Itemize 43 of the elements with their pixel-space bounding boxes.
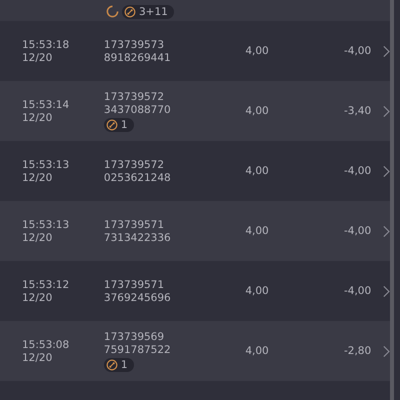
id-text: 7313422336	[104, 232, 171, 244]
result-text: -4,00	[344, 165, 372, 177]
result-text: -4,00	[344, 45, 372, 57]
time-text: 15:53:13	[22, 218, 70, 230]
amount-text: 4,00	[245, 165, 269, 177]
date-text: 12/20	[22, 232, 54, 244]
result-text: -4,00	[344, 285, 372, 297]
badge-count: 3+11	[139, 6, 168, 18]
id-text: 3437088770	[104, 104, 171, 116]
list-row[interactable]: 15:53:08 12/20 173739569 7591787522 1 4,00 -2,80	[0, 321, 390, 381]
amount-text: 4,00	[245, 285, 269, 297]
amount-text: 4,00	[245, 345, 269, 357]
result-text: -2,80	[344, 345, 372, 357]
id-text: 173739573	[104, 38, 164, 50]
date-text: 12/20	[22, 52, 54, 64]
id-text: 173739571	[104, 218, 164, 230]
list-row[interactable]: 15:53:13 12/20 173739571 7313422336 4,00 -4,00	[0, 201, 390, 261]
time-text: 15:53:14	[22, 98, 70, 110]
time-text: 15:53:12	[22, 278, 70, 290]
id-text: 173739571	[104, 278, 164, 290]
badge-count: 1	[120, 118, 128, 130]
id-text: 173739569	[104, 330, 164, 342]
amount-text: 4,00	[245, 45, 269, 57]
id-text: 173739572	[104, 158, 164, 170]
amount-text: 4,00	[245, 105, 269, 117]
result-text: -3,40	[344, 105, 372, 117]
id-text: 0253621248	[104, 172, 171, 184]
time-text: 15:53:18	[22, 38, 70, 50]
id-text: 8918269441	[104, 52, 171, 64]
amount-text: 4,00	[245, 225, 269, 237]
list-row[interactable]: 3+11	[0, 0, 390, 21]
result-text: -4,00	[344, 225, 372, 237]
date-text: 12/20	[22, 112, 54, 124]
id-text: 173739572	[104, 90, 164, 102]
date-text: 12/20	[22, 172, 54, 184]
badge-count: 1	[120, 358, 128, 370]
time-text: 15:53:13	[22, 158, 70, 170]
id-text: 7591787522	[104, 344, 171, 356]
date-text: 12/20	[22, 292, 54, 304]
list-row[interactable]: 15:53:14 12/20 173739572 3437088770 1 4,00 -3,40	[0, 81, 390, 141]
date-text: 12/20	[22, 352, 54, 364]
id-text: 3769245696	[104, 292, 171, 304]
time-text: 15:53:08	[22, 338, 70, 350]
